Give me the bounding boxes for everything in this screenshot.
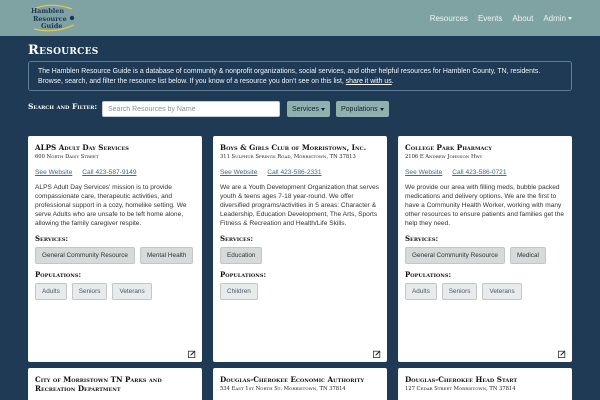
resource-card: Boys & Girls Club of Morristown, Inc. 31…	[213, 136, 387, 362]
nav-link-about[interactable]: About	[512, 14, 533, 23]
call-link[interactable]: Call 423-586-2331	[267, 169, 321, 176]
card-description: ALPS Adult Day Services' mission is to p…	[35, 184, 187, 227]
population-chip[interactable]: Adults	[35, 283, 67, 300]
population-chip[interactable]: Children	[220, 283, 258, 300]
populations-label: Populations:	[405, 270, 452, 279]
nav-links: Resources Events About Admin	[430, 0, 572, 36]
caret-down-icon	[379, 107, 384, 111]
services-chips: Education	[220, 247, 380, 264]
nav-link-resources[interactable]: Resources	[430, 14, 468, 23]
population-chip[interactable]: Adults	[405, 283, 437, 300]
card-address: 127 Cedar Street Morristown, TN 37814	[405, 386, 516, 392]
card-title: College Park Pharmacy	[405, 143, 492, 152]
service-chip[interactable]: Mental Health	[139, 247, 194, 264]
nav-link-admin-label: Admin	[543, 13, 566, 23]
services-label: Services:	[405, 234, 439, 243]
edit-icon[interactable]	[373, 350, 381, 358]
resource-card: Douglas-Cherokee Economic Authority 534 …	[213, 368, 387, 400]
card-links: See Website Call 423-587-9149	[35, 169, 195, 176]
services-dropdown-label: Services	[292, 105, 319, 113]
card-address: 534 East 1st North St. Morristown, TN 37…	[220, 386, 346, 392]
see-website-link[interactable]: See Website	[35, 169, 72, 176]
card-address: 2106 E Andrew Johnson Hwy	[405, 154, 483, 160]
page-title: Resources	[28, 43, 99, 58]
search-input[interactable]	[102, 101, 280, 117]
populations-chips: Children	[220, 283, 380, 300]
intro-text: The Hamblen Resource Guide is a database…	[38, 68, 541, 85]
nav-link-admin[interactable]: Admin	[543, 14, 572, 23]
caret-down-icon	[320, 107, 325, 111]
share-link[interactable]: share it with us	[346, 78, 392, 85]
service-chip[interactable]: General Community Resource	[405, 247, 505, 264]
population-chip[interactable]: Seniors	[71, 283, 108, 300]
card-description: We are a Youth Development Organization …	[220, 184, 379, 227]
nav-link-events[interactable]: Events	[478, 14, 502, 23]
card-links: See Website Call 423-586-2331	[220, 169, 380, 176]
services-chips: General Community Resource Medical	[405, 247, 565, 264]
population-chip[interactable]: Seniors	[441, 283, 478, 300]
see-website-link[interactable]: See Website	[405, 169, 442, 176]
population-chip[interactable]: Veterans	[112, 283, 152, 300]
caret-down-icon	[568, 16, 572, 20]
card-title: Douglas-Cherokee Economic Authority	[220, 375, 365, 384]
card-links: See Website Call 423-586-0721	[405, 169, 565, 176]
resource-card: College Park Pharmacy 2106 E Andrew John…	[398, 136, 572, 362]
card-title: ALPS Adult Day Services	[35, 143, 129, 152]
services-dropdown[interactable]: Services	[287, 101, 330, 117]
logo-text: Hamblen Resource Guide	[28, 3, 78, 31]
navbar: Hamblen Resource Guide Resources Events …	[0, 0, 600, 36]
service-chip[interactable]: General Community Resource	[35, 247, 135, 264]
card-address: 311 Sulphur Springs Road, Morristown, TN…	[220, 154, 356, 160]
call-link[interactable]: Call 423-587-9149	[82, 169, 136, 176]
filter-label: Search and Filter:	[28, 102, 98, 111]
see-website-link[interactable]: See Website	[220, 169, 257, 176]
logo-line-3: Guide	[41, 22, 63, 30]
resource-card: City of Morristown TN Parks and Recreati…	[28, 368, 202, 400]
card-address: 600 North Daisy Street	[35, 154, 99, 160]
card-description: We provide our area with filling meds, b…	[405, 184, 565, 227]
population-chip[interactable]: Veterans	[482, 283, 522, 300]
populations-dropdown[interactable]: Populations	[336, 101, 389, 117]
call-link[interactable]: Call 423-586-0721	[452, 169, 506, 176]
logo[interactable]: Hamblen Resource Guide	[28, 3, 78, 33]
intro-box: The Hamblen Resource Guide is a database…	[28, 61, 572, 91]
populations-label: Populations:	[220, 270, 267, 279]
populations-dropdown-label: Populations	[341, 105, 378, 113]
services-label: Services:	[220, 234, 254, 243]
card-title: Boys & Girls Club of Morristown, Inc.	[220, 143, 367, 152]
card-title: City of Morristown TN Parks and Recreati…	[35, 375, 162, 393]
edit-icon[interactable]	[188, 350, 196, 358]
populations-chips: Adults Seniors Veterans	[35, 283, 195, 300]
edit-icon[interactable]	[558, 350, 566, 358]
service-chip[interactable]: Medical	[509, 247, 546, 264]
populations-label: Populations:	[35, 270, 82, 279]
resource-card: ALPS Adult Day Services 600 North Daisy …	[28, 136, 202, 362]
populations-chips: Adults Seniors Veterans	[405, 283, 565, 300]
service-chip[interactable]: Education	[220, 247, 263, 264]
intro-end: .	[391, 78, 394, 85]
resource-card: Douglas-Cherokee Head Start 127 Cedar St…	[398, 368, 572, 400]
card-title: Douglas-Cherokee Head Start	[405, 375, 518, 384]
services-label: Services:	[35, 234, 69, 243]
services-chips: General Community Resource Mental Health	[35, 247, 195, 264]
